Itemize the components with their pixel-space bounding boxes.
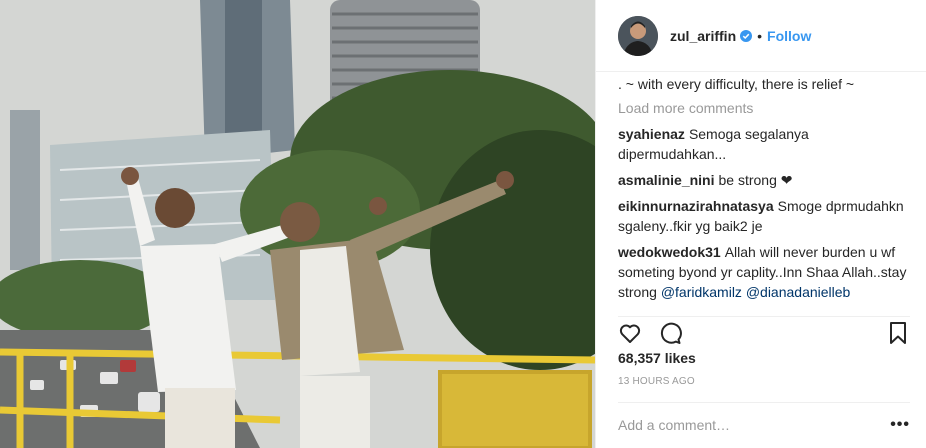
header-separator: •	[757, 27, 763, 44]
add-comment-input[interactable]: Add a comment…	[618, 417, 730, 433]
comment-icon[interactable]	[658, 321, 682, 345]
comment-username[interactable]: syahienaz	[618, 126, 685, 142]
avatar[interactable]	[618, 15, 658, 56]
instagram-post: zul_ariffin • Follow . ~ with every diff…	[0, 0, 926, 448]
caption-text: . ~ with every difficulty, there is reli…	[618, 76, 855, 92]
comment-item: syahienaz Semoga segalanya dipermudahkan.…	[618, 124, 908, 164]
comment-item: wedokwedok31 Allah will never burden u wf…	[618, 242, 908, 302]
comment-item: eikinnurnazirahnatasya Smoge dprmudahkn s…	[618, 196, 908, 236]
username-link[interactable]: zul_ariffin	[670, 28, 736, 44]
comment-username[interactable]: eikinnurnazirahnatasya	[618, 198, 774, 214]
post-timestamp[interactable]: 13 HOURS AGO	[618, 376, 695, 387]
comment-text: be strong ❤	[718, 172, 793, 188]
mention-link[interactable]: @dianadanielleb	[746, 284, 851, 300]
mention-link[interactable]: @faridkamilz	[661, 284, 742, 300]
follow-button[interactable]: Follow	[767, 28, 811, 44]
post-photo[interactable]	[0, 0, 595, 448]
action-bar	[618, 316, 910, 347]
avatar-image	[618, 15, 658, 56]
comment-username[interactable]: wedokwedok31	[618, 244, 721, 260]
comments-list[interactable]: . ~ with every difficulty, there is reli…	[618, 72, 908, 315]
comment-item: asmalinie_nini be strong ❤	[618, 170, 908, 190]
comment-username[interactable]: asmalinie_nini	[618, 172, 714, 188]
verified-badge-icon	[740, 29, 753, 42]
more-options-icon[interactable]: •••	[890, 416, 910, 434]
likes-count[interactable]: 68,357 likes	[618, 350, 696, 366]
post-sidebar: zul_ariffin • Follow . ~ with every diff…	[595, 0, 926, 448]
heart-icon[interactable]	[618, 321, 642, 345]
add-comment-bar: Add a comment… •••	[618, 402, 910, 447]
load-more-comments-button[interactable]: Load more comments	[618, 98, 908, 118]
photo-scene	[0, 0, 595, 448]
post-header: zul_ariffin • Follow	[596, 0, 926, 72]
bookmark-icon[interactable]	[886, 321, 910, 345]
